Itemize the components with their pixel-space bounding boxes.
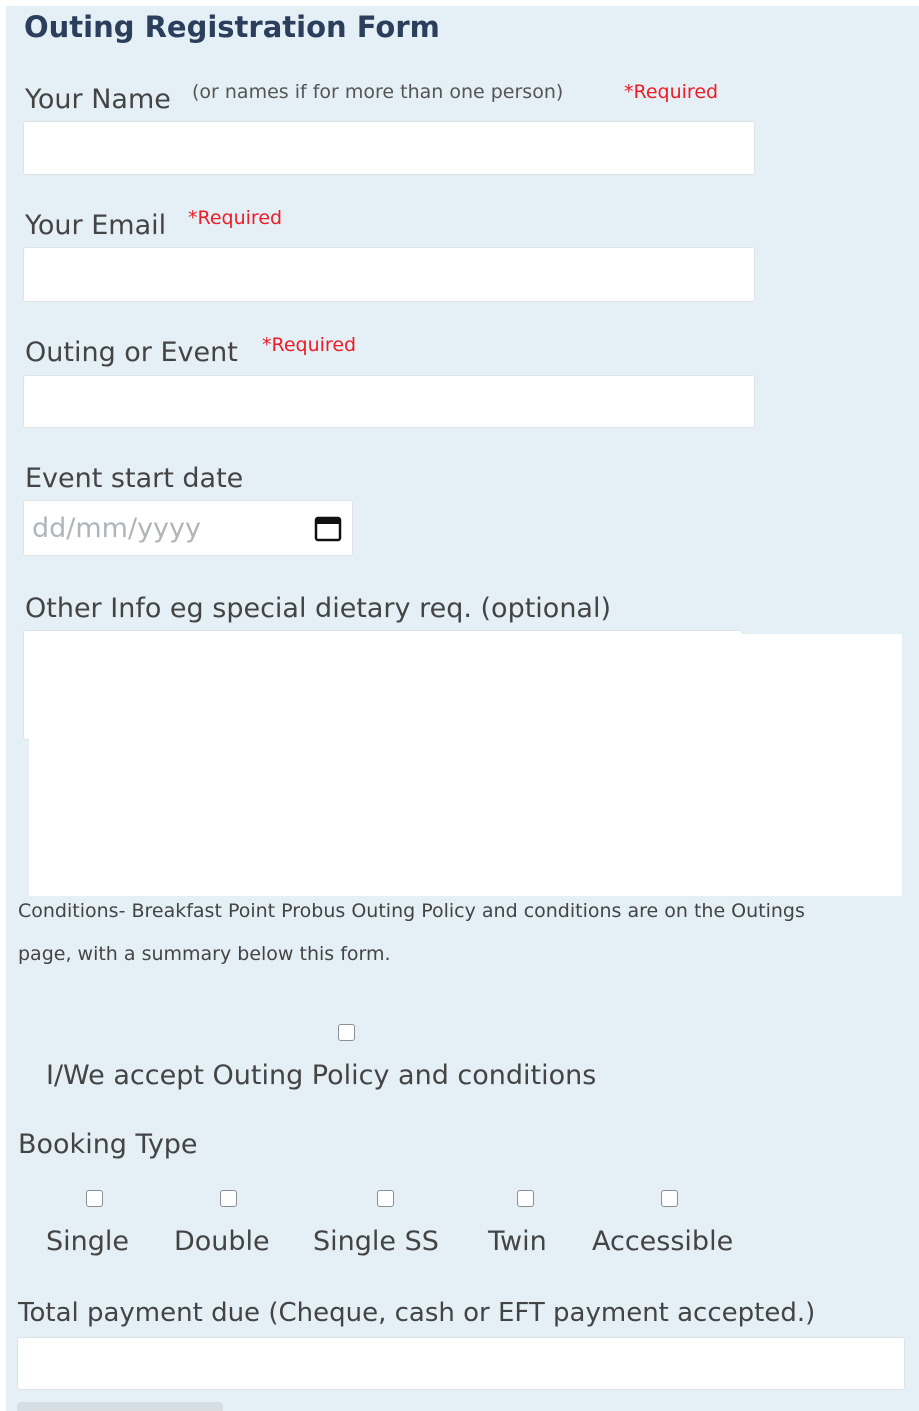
name-note: (or names if for more than one person) — [192, 81, 564, 103]
email-input[interactable] — [23, 247, 755, 302]
booking-single-ss-label: Single SS — [313, 1226, 439, 1257]
redacted-region — [29, 634, 902, 896]
start-date-input[interactable]: dd/mm/yyyy — [23, 500, 353, 556]
payment-label: Total payment due (Cheque, cash or EFT p… — [18, 1298, 816, 1328]
start-date-placeholder: dd/mm/yyyy — [32, 512, 201, 544]
conditions-text-line2: page, with a summary below this form. — [18, 943, 391, 965]
booking-accessible-checkbox[interactable] — [661, 1190, 678, 1207]
booking-single-label: Single — [46, 1226, 130, 1257]
other-info-label: Other Info eg special dietary req. (opti… — [25, 593, 612, 624]
name-label: Your Name — [25, 84, 171, 115]
booking-single-ss-checkbox[interactable] — [377, 1190, 394, 1207]
booking-double-label: Double — [174, 1226, 270, 1257]
email-required-marker: *Required — [188, 207, 283, 229]
booking-single-checkbox[interactable] — [86, 1190, 103, 1207]
outing-input[interactable] — [23, 375, 755, 428]
booking-accessible-label: Accessible — [592, 1226, 734, 1257]
outing-required-marker: *Required — [262, 334, 357, 356]
accept-policy-label: I/We accept Outing Policy and conditions — [46, 1060, 597, 1091]
calendar-icon[interactable] — [314, 514, 342, 542]
booking-type-label: Booking Type — [18, 1129, 198, 1160]
start-date-label: Event start date — [25, 463, 244, 494]
conditions-text-line1: Conditions- Breakfast Point Probus Outin… — [18, 900, 805, 922]
payment-input[interactable] — [17, 1337, 905, 1390]
booking-twin-label: Twin — [488, 1226, 547, 1257]
booking-twin-checkbox[interactable] — [517, 1190, 534, 1207]
form-title: Outing Registration Form — [24, 10, 440, 44]
email-label: Your Email — [25, 210, 167, 241]
booking-double-checkbox[interactable] — [220, 1190, 237, 1207]
accept-policy-checkbox[interactable] — [338, 1024, 355, 1041]
outing-label: Outing or Event — [25, 337, 238, 368]
submit-button[interactable] — [17, 1402, 223, 1411]
name-input[interactable] — [23, 121, 755, 175]
name-required-marker: *Required — [624, 81, 719, 103]
